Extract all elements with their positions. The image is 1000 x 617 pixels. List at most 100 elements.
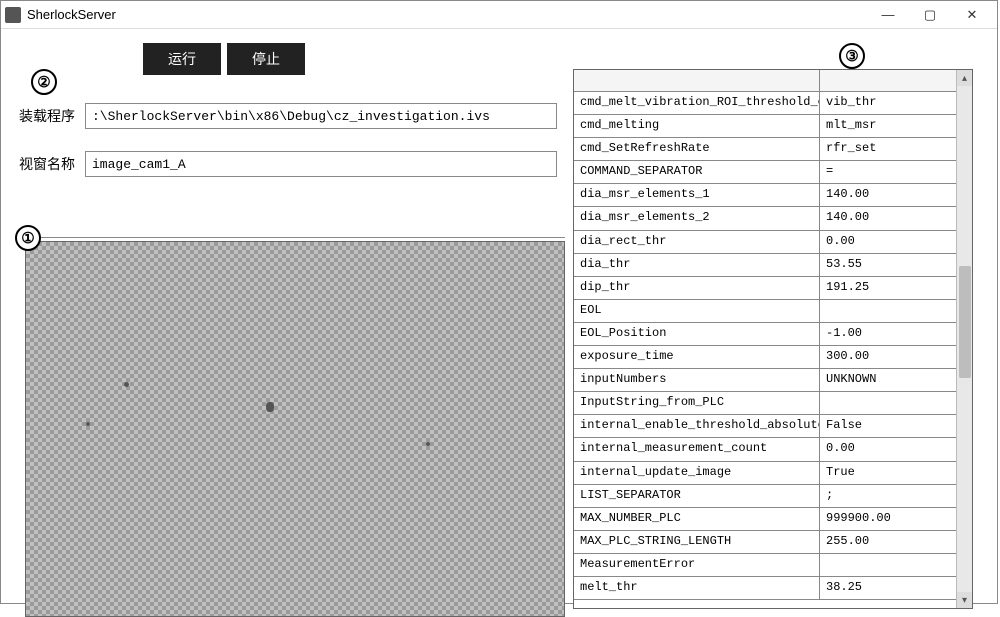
param-value[interactable]: = xyxy=(820,161,956,183)
param-value[interactable]: mlt_msr xyxy=(820,115,956,137)
param-value[interactable]: 300.00 xyxy=(820,346,956,368)
table-row[interactable]: COMMAND_SEPARATOR= xyxy=(574,161,956,184)
param-value[interactable]: 38.25 xyxy=(820,577,956,599)
program-path-input[interactable] xyxy=(85,103,557,129)
run-button[interactable]: 运行 xyxy=(143,43,221,75)
window-name-input[interactable] xyxy=(85,151,557,177)
divider xyxy=(25,237,565,239)
param-value[interactable]: 0.00 xyxy=(820,231,956,253)
window-controls: — ▢ ✕ xyxy=(867,2,993,28)
param-name: exposure_time xyxy=(574,346,820,368)
image-artifact xyxy=(266,402,274,412)
param-value[interactable]: UNKNOWN xyxy=(820,369,956,391)
table-row[interactable]: melt_thr38.25 xyxy=(574,577,956,600)
parameters-table: cmd_melt_vibration_ROI_threshold_changev… xyxy=(573,69,973,609)
image-preview-panel xyxy=(25,241,565,617)
window-title: SherlockServer xyxy=(27,7,867,22)
load-program-label: 装载程序 xyxy=(19,106,85,126)
param-value[interactable]: 140.00 xyxy=(820,207,956,229)
param-value[interactable] xyxy=(820,300,956,322)
table-body: cmd_melt_vibration_ROI_threshold_changev… xyxy=(574,70,956,608)
table-row[interactable]: internal_update_imageTrue xyxy=(574,462,956,485)
badge-3: ③ xyxy=(839,43,865,69)
param-name: cmd_melting xyxy=(574,115,820,137)
table-row[interactable]: inputNumbersUNKNOWN xyxy=(574,369,956,392)
param-name: EOL xyxy=(574,300,820,322)
param-name: internal_measurement_count xyxy=(574,438,820,460)
param-name: EOL_Position xyxy=(574,323,820,345)
table-row[interactable]: InputString_from_PLC xyxy=(574,392,956,415)
param-value[interactable] xyxy=(820,554,956,576)
param-name: InputString_from_PLC xyxy=(574,392,820,414)
scroll-up-icon[interactable]: ▴ xyxy=(957,70,972,86)
param-value[interactable]: ; xyxy=(820,485,956,507)
param-name: MAX_NUMBER_PLC xyxy=(574,508,820,530)
left-column: 运行 停止 装载程序 视窗名称 xyxy=(19,43,557,177)
table-row[interactable]: cmd_meltingmlt_msr xyxy=(574,115,956,138)
table-row[interactable]: EOL_Position-1.00 xyxy=(574,323,956,346)
table-row[interactable]: dip_thr191.25 xyxy=(574,277,956,300)
stop-button[interactable]: 停止 xyxy=(227,43,305,75)
param-name: inputNumbers xyxy=(574,369,820,391)
table-row[interactable]: MAX_PLC_STRING_LENGTH255.00 xyxy=(574,531,956,554)
param-value[interactable] xyxy=(820,392,956,414)
param-name: dip_thr xyxy=(574,277,820,299)
param-value[interactable]: 0.00 xyxy=(820,438,956,460)
param-name: dia_msr_elements_2 xyxy=(574,207,820,229)
param-name: COMMAND_SEPARATOR xyxy=(574,161,820,183)
param-name: LIST_SEPARATOR xyxy=(574,485,820,507)
param-value[interactable]: False xyxy=(820,415,956,437)
table-row[interactable]: dia_rect_thr0.00 xyxy=(574,231,956,254)
table-row[interactable]: MAX_NUMBER_PLC999900.00 xyxy=(574,508,956,531)
param-value[interactable]: 255.00 xyxy=(820,531,956,553)
param-name: MAX_PLC_STRING_LENGTH xyxy=(574,531,820,553)
table-header xyxy=(574,70,956,92)
badge-2: ② xyxy=(31,69,57,95)
param-value[interactable]: True xyxy=(820,462,956,484)
window-name-label: 视窗名称 xyxy=(19,154,85,174)
window-name-row: 视窗名称 xyxy=(19,151,557,177)
button-row: 运行 停止 xyxy=(143,43,557,75)
param-value[interactable]: -1.00 xyxy=(820,323,956,345)
table-row[interactable]: internal_enable_threshold_absoluteFalse xyxy=(574,415,956,438)
app-window: SherlockServer — ▢ ✕ ② ① ③ 运行 停止 装载程序 视窗… xyxy=(0,0,998,604)
param-name: dia_thr xyxy=(574,254,820,276)
param-value[interactable]: rfr_set xyxy=(820,138,956,160)
program-row: 装载程序 xyxy=(19,103,557,129)
param-name: dia_msr_elements_1 xyxy=(574,184,820,206)
table-row[interactable]: dia_msr_elements_1140.00 xyxy=(574,184,956,207)
image-artifact xyxy=(86,422,90,426)
param-name: melt_thr xyxy=(574,577,820,599)
table-row[interactable]: exposure_time300.00 xyxy=(574,346,956,369)
minimize-button[interactable]: — xyxy=(867,2,909,28)
table-row[interactable]: dia_thr53.55 xyxy=(574,254,956,277)
param-name: dia_rect_thr xyxy=(574,231,820,253)
param-value[interactable]: 999900.00 xyxy=(820,508,956,530)
app-icon xyxy=(5,7,21,23)
param-name: internal_enable_threshold_absolute xyxy=(574,415,820,437)
table-row[interactable]: dia_msr_elements_2140.00 xyxy=(574,207,956,230)
param-value[interactable]: 140.00 xyxy=(820,184,956,206)
image-artifact xyxy=(124,382,129,387)
scroll-thumb[interactable] xyxy=(959,266,971,378)
table-row[interactable]: cmd_SetRefreshRaterfr_set xyxy=(574,138,956,161)
table-row[interactable]: internal_measurement_count0.00 xyxy=(574,438,956,461)
maximize-button[interactable]: ▢ xyxy=(909,2,951,28)
content-area: ② ① ③ 运行 停止 装载程序 视窗名称 xyxy=(1,29,997,603)
param-value[interactable]: 53.55 xyxy=(820,254,956,276)
param-value[interactable]: vib_thr xyxy=(820,92,956,114)
badge-1: ① xyxy=(15,225,41,251)
param-name: cmd_SetRefreshRate xyxy=(574,138,820,160)
param-name: MeasurementError xyxy=(574,554,820,576)
table-scrollbar[interactable]: ▴ ▾ xyxy=(956,70,972,608)
titlebar: SherlockServer — ▢ ✕ xyxy=(1,1,997,29)
table-row[interactable]: EOL xyxy=(574,300,956,323)
close-button[interactable]: ✕ xyxy=(951,2,993,28)
param-name: cmd_melt_vibration_ROI_threshold_change xyxy=(574,92,820,114)
image-artifact xyxy=(426,442,430,446)
table-row[interactable]: MeasurementError xyxy=(574,554,956,577)
param-value[interactable]: 191.25 xyxy=(820,277,956,299)
table-row[interactable]: cmd_melt_vibration_ROI_threshold_changev… xyxy=(574,92,956,115)
table-row[interactable]: LIST_SEPARATOR; xyxy=(574,485,956,508)
checker-background xyxy=(26,242,564,616)
